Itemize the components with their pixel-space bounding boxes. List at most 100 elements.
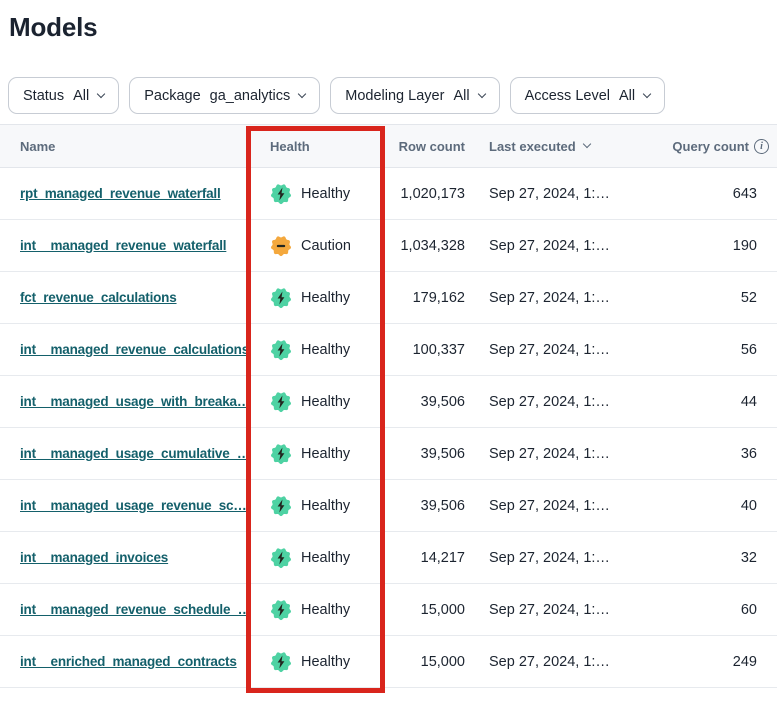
- column-header-health: Health: [247, 139, 384, 154]
- query-count-value: 52: [620, 290, 777, 306]
- health-healthy-icon: [270, 287, 292, 309]
- health-healthy-icon: [270, 495, 292, 517]
- table-row: int__managed_usage_with_breaka… Healthy …: [0, 376, 777, 428]
- health-healthy-icon: [270, 339, 292, 361]
- filter-bar: Status All Package ga_analytics Modeling…: [0, 77, 777, 114]
- column-header-query-count: Query count i: [620, 139, 777, 154]
- health-healthy-icon: [270, 183, 292, 205]
- table-body: rpt_managed_revenue_waterfall Healthy 1,…: [0, 168, 777, 688]
- row-count-value: 39,506: [384, 446, 470, 462]
- table-row: int__managed_usage_revenue_sc… Healthy 3…: [0, 480, 777, 532]
- health-healthy-icon: [270, 443, 292, 465]
- chevron-down-icon: [477, 90, 485, 98]
- health-status-label: Healthy: [301, 550, 350, 566]
- filter-value: All: [453, 88, 469, 104]
- last-executed-value: Sep 27, 2024, 1:…: [470, 654, 620, 670]
- health-healthy-icon: [270, 599, 292, 621]
- sort-chevron-icon[interactable]: [582, 140, 590, 148]
- column-header-name: Name: [0, 139, 247, 154]
- row-count-value: 15,000: [384, 602, 470, 618]
- query-count-value: 643: [620, 186, 777, 202]
- row-count-value: 179,162: [384, 290, 470, 306]
- health-status-label: Caution: [301, 238, 351, 254]
- health-status-label: Healthy: [301, 186, 350, 202]
- table-row: rpt_managed_revenue_waterfall Healthy 1,…: [0, 168, 777, 220]
- health-status-label: Healthy: [301, 446, 350, 462]
- row-count-value: 39,506: [384, 394, 470, 410]
- column-header-row-count: Row count: [384, 139, 470, 154]
- info-icon[interactable]: i: [754, 139, 769, 154]
- filter-label: Package: [144, 88, 200, 104]
- last-executed-value: Sep 27, 2024, 1:…: [470, 498, 620, 514]
- last-executed-value: Sep 27, 2024, 1:…: [470, 550, 620, 566]
- last-executed-value: Sep 27, 2024, 1:…: [470, 446, 620, 462]
- row-count-value: 1,020,173: [384, 186, 470, 202]
- table-row: int__enriched_managed_contracts Healthy …: [0, 636, 777, 688]
- table-row: int__managed_revenue_waterfall Caution 1…: [0, 220, 777, 272]
- filter-label: Access Level: [525, 88, 610, 104]
- models-table: Name Health Row count Last executed Quer…: [0, 124, 777, 688]
- query-count-value: 60: [620, 602, 777, 618]
- model-name-link[interactable]: rpt_managed_revenue_waterfall: [20, 186, 221, 201]
- model-name-link[interactable]: int__managed_usage_revenue_sc…: [20, 498, 247, 513]
- health-healthy-icon: [270, 391, 292, 413]
- row-count-value: 39,506: [384, 498, 470, 514]
- filter-value: All: [619, 88, 635, 104]
- column-header-last-executed[interactable]: Last executed: [470, 139, 620, 154]
- chevron-down-icon: [298, 90, 306, 98]
- health-healthy-icon: [270, 547, 292, 569]
- model-name-link[interactable]: int__managed_revenue_calculations: [20, 342, 247, 357]
- query-count-value: 32: [620, 550, 777, 566]
- filter-chip-access-level[interactable]: Access Level All: [510, 77, 666, 114]
- table-row: int__managed_revenue_schedule_… Healthy …: [0, 584, 777, 636]
- health-status-label: Healthy: [301, 498, 350, 514]
- row-count-value: 15,000: [384, 654, 470, 670]
- table-row: fct_revenue_calculations Healthy 179,162…: [0, 272, 777, 324]
- model-name-link[interactable]: int__managed_usage_with_breaka…: [20, 394, 247, 409]
- page-title: Models: [0, 0, 777, 43]
- model-name-link[interactable]: int__managed_revenue_waterfall: [20, 238, 226, 253]
- row-count-value: 100,337: [384, 342, 470, 358]
- table-header-row: Name Health Row count Last executed Quer…: [0, 124, 777, 168]
- health-caution-icon: [270, 235, 292, 257]
- model-name-link[interactable]: fct_revenue_calculations: [20, 290, 177, 305]
- filter-chip-status[interactable]: Status All: [8, 77, 119, 114]
- last-executed-value: Sep 27, 2024, 1:…: [470, 602, 620, 618]
- query-count-value: 40: [620, 498, 777, 514]
- row-count-value: 14,217: [384, 550, 470, 566]
- last-executed-value: Sep 27, 2024, 1:…: [470, 290, 620, 306]
- model-name-link[interactable]: int__managed_usage_cumulative_…: [20, 446, 247, 461]
- model-name-link[interactable]: int__enriched_managed_contracts: [20, 654, 237, 669]
- query-count-value: 249: [620, 654, 777, 670]
- filter-label: Status: [23, 88, 64, 104]
- column-header-last-executed-label: Last executed: [489, 139, 576, 154]
- last-executed-value: Sep 27, 2024, 1:…: [470, 394, 620, 410]
- table-row: int__managed_invoices Healthy 14,217 Sep…: [0, 532, 777, 584]
- query-count-value: 190: [620, 238, 777, 254]
- chevron-down-icon: [643, 90, 651, 98]
- last-executed-value: Sep 27, 2024, 1:…: [470, 342, 620, 358]
- model-name-link[interactable]: int__managed_revenue_schedule_…: [20, 602, 247, 617]
- last-executed-value: Sep 27, 2024, 1:…: [470, 238, 620, 254]
- chevron-down-icon: [97, 90, 105, 98]
- health-status-label: Healthy: [301, 654, 350, 670]
- health-status-label: Healthy: [301, 602, 350, 618]
- column-header-query-count-label: Query count: [672, 139, 749, 154]
- table-row: int__managed_revenue_calculations Health…: [0, 324, 777, 376]
- filter-value: ga_analytics: [210, 88, 291, 104]
- health-status-label: Healthy: [301, 290, 350, 306]
- filter-chip-modeling-layer[interactable]: Modeling Layer All: [330, 77, 499, 114]
- query-count-value: 44: [620, 394, 777, 410]
- filter-chip-package[interactable]: Package ga_analytics: [129, 77, 320, 114]
- health-status-label: Healthy: [301, 342, 350, 358]
- filter-label: Modeling Layer: [345, 88, 444, 104]
- health-healthy-icon: [270, 651, 292, 673]
- table-row: int__managed_usage_cumulative_… Healthy …: [0, 428, 777, 480]
- last-executed-value: Sep 27, 2024, 1:…: [470, 186, 620, 202]
- filter-value: All: [73, 88, 89, 104]
- row-count-value: 1,034,328: [384, 238, 470, 254]
- model-name-link[interactable]: int__managed_invoices: [20, 550, 168, 565]
- health-status-label: Healthy: [301, 394, 350, 410]
- query-count-value: 56: [620, 342, 777, 358]
- query-count-value: 36: [620, 446, 777, 462]
